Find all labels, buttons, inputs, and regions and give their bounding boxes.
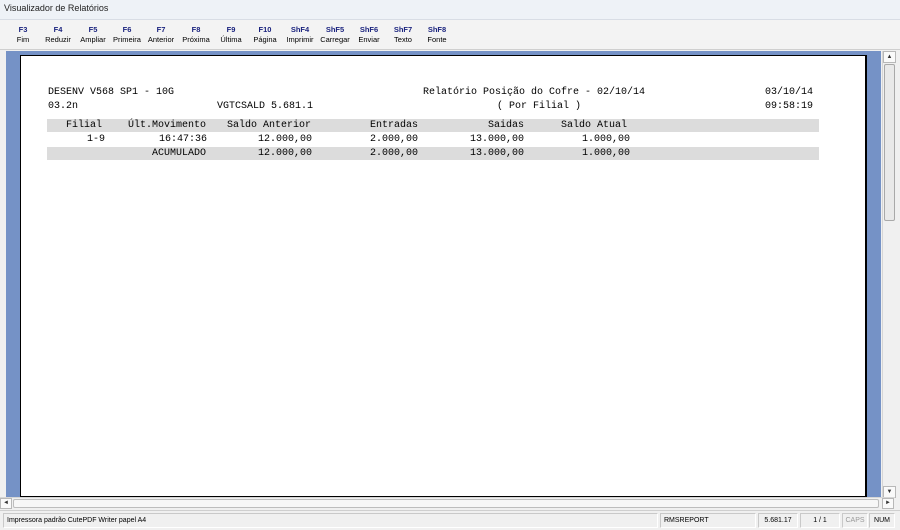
col-saidas: Saidas — [488, 120, 525, 131]
button-label: Anterior — [147, 35, 175, 44]
status-bar: Impressora padrão CutePDF Writer papel A… — [0, 510, 900, 530]
button-label: Página — [253, 35, 277, 44]
report-date: 03/10/14 — [765, 87, 814, 98]
cell-filial: 1-9 — [87, 134, 106, 145]
button-key: F8 — [191, 25, 201, 34]
button-key: F9 — [226, 25, 236, 34]
totals-saidas: 13.000,00 — [470, 148, 525, 159]
col-filial: Filial — [66, 120, 103, 131]
button-key: ShF8 — [427, 25, 447, 34]
horizontal-scrollbar[interactable]: ◄ ► — [0, 497, 895, 509]
vertical-scrollbar[interactable]: ▲ ▼ — [882, 51, 896, 498]
report-subtitle: ( Por Filial ) — [497, 101, 582, 112]
fim-button[interactable]: F3 Fim — [6, 22, 40, 48]
cell-saldo-atual: 1.000,00 — [582, 134, 631, 145]
report-title: Relatório Posição do Cofre - 02/10/14 — [423, 87, 646, 98]
proxima-button[interactable]: F8 Próxima — [178, 22, 214, 48]
totals-label: ACUMULADO — [152, 148, 207, 159]
cell-ult-movimento: 16:47:36 — [159, 134, 208, 145]
status-module: RMSREPORT — [660, 513, 756, 528]
report-program: VGTCSALD 5.681.1 — [217, 101, 314, 112]
button-label: Fonte — [427, 35, 447, 44]
scroll-up-icon[interactable]: ▲ — [883, 51, 896, 63]
cell-saidas: 13.000,00 — [470, 134, 525, 145]
button-key: F6 — [122, 25, 132, 34]
button-key: ShF7 — [393, 25, 413, 34]
button-label: Próxima — [182, 35, 210, 44]
report-system: DESENV V568 SP1 - 10G — [48, 87, 175, 98]
vertical-scroll-thumb[interactable] — [884, 64, 895, 221]
button-label: Enviar — [358, 35, 380, 44]
col-saldo-anterior: Saldo Anterior — [227, 120, 312, 131]
status-printer: Impressora padrão CutePDF Writer papel A… — [3, 513, 658, 528]
fonte-button[interactable]: ShF8 Fonte — [420, 22, 454, 48]
cell-saldo-anterior: 12.000,00 — [258, 134, 313, 145]
carregar-button[interactable]: ShF5 Carregar — [318, 22, 352, 48]
button-key: F10 — [258, 25, 272, 34]
button-key: F5 — [88, 25, 98, 34]
imprimir-button[interactable]: ShF4 Imprimir — [282, 22, 318, 48]
anterior-button[interactable]: F7 Anterior — [144, 22, 178, 48]
button-label: Imprimir — [286, 35, 314, 44]
window-titlebar: Visualizador de Relatórios — [0, 0, 900, 20]
status-num: NUM — [869, 513, 895, 528]
button-label: Fim — [16, 35, 30, 44]
ultima-button[interactable]: F9 Última — [214, 22, 248, 48]
ampliar-button[interactable]: F5 Ampliar — [76, 22, 110, 48]
button-label: Reduzir — [45, 35, 71, 44]
report-version-code: 03.2n — [48, 101, 79, 112]
button-label: Carregar — [320, 35, 350, 44]
button-key: ShF4 — [290, 25, 310, 34]
button-label: Ampliar — [80, 35, 106, 44]
scroll-right-icon[interactable]: ► — [882, 498, 894, 509]
window-title: Visualizador de Relatórios — [4, 3, 109, 13]
col-ult-movimento: Últ.Movimento — [128, 120, 207, 131]
toolbar: F3 Fim F4 Reduzir F5 Ampliar F6 Primeira… — [0, 20, 900, 50]
totals-saldo-atual: 1.000,00 — [582, 148, 631, 159]
button-label: Texto — [394, 35, 412, 44]
horizontal-scroll-thumb[interactable] — [13, 499, 879, 508]
button-label: Primeira — [113, 35, 141, 44]
enviar-button[interactable]: ShF6 Enviar — [352, 22, 386, 48]
button-key: F7 — [156, 25, 166, 34]
status-page: 1 / 1 — [800, 513, 840, 528]
button-label: Última — [220, 35, 242, 44]
totals-saldo-anterior: 12.000,00 — [258, 148, 313, 159]
reduzir-button[interactable]: F4 Reduzir — [40, 22, 76, 48]
totals-entradas: 2.000,00 — [370, 148, 419, 159]
status-version: 5.681.17 — [758, 513, 798, 528]
texto-button[interactable]: ShF7 Texto — [386, 22, 420, 48]
report-viewport[interactable]: DESENV V568 SP1 - 10G Relatório Posição … — [6, 51, 881, 497]
col-saldo-atual: Saldo Atual — [561, 120, 628, 131]
cell-entradas: 2.000,00 — [370, 134, 419, 145]
col-entradas: Entradas — [370, 120, 419, 131]
scroll-left-icon[interactable]: ◄ — [0, 498, 12, 509]
pagina-button[interactable]: F10 Página — [248, 22, 282, 48]
button-key: F4 — [53, 25, 63, 34]
report-time: 09:58:19 — [765, 101, 814, 112]
button-key: ShF5 — [325, 25, 345, 34]
status-caps: CAPS — [842, 513, 868, 528]
primeira-button[interactable]: F6 Primeira — [110, 22, 144, 48]
button-key: F3 — [18, 25, 28, 34]
report-page: DESENV V568 SP1 - 10G Relatório Posição … — [20, 55, 867, 497]
button-key: ShF6 — [359, 25, 379, 34]
